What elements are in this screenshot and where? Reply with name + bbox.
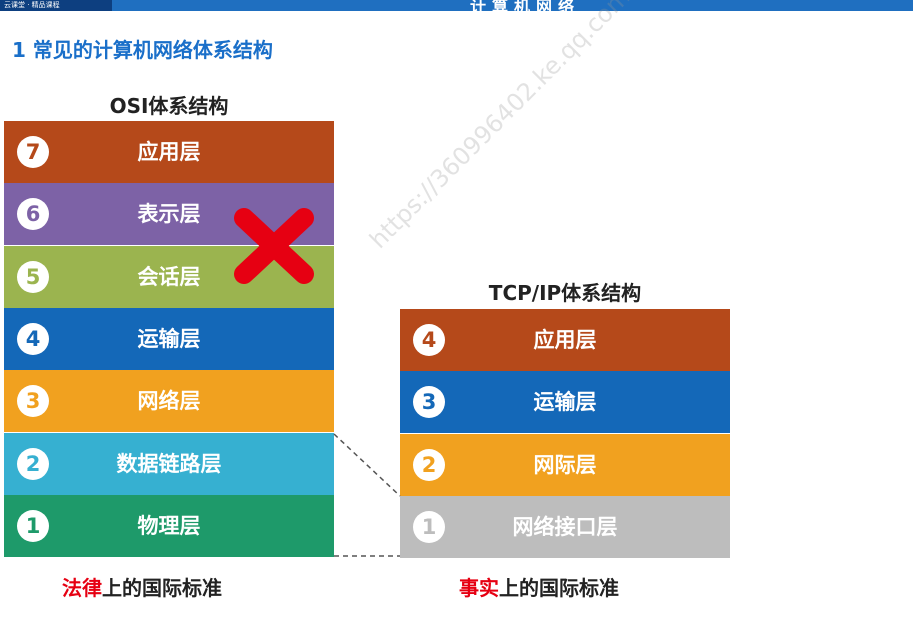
cross-mark-icon xyxy=(234,208,314,284)
osi-layer-number-5: 5 xyxy=(17,260,49,293)
tcpip-layer-1: 网络接口层 1 xyxy=(400,495,730,558)
tcpip-layer-number-4: 4 xyxy=(413,324,445,356)
osi-layer-name: 物理层 xyxy=(137,513,201,538)
osi-layer-number-1: 1 xyxy=(17,509,49,542)
tcpip-layer-name: 运输层 xyxy=(533,390,597,415)
top-banner: 云课堂 · 精品课程 计算机网络 xyxy=(0,0,913,16)
osi-layer-1: 物理层 1 xyxy=(4,494,334,557)
tcpip-layer-name: 网际层 xyxy=(533,452,597,477)
osi-standard-caption: 法律上的国际标准 xyxy=(62,572,222,601)
tcpip-layer-number-1: 1 xyxy=(413,510,445,543)
tcpip-standard-caption: 事实上的国际标准 xyxy=(459,572,619,601)
osi-layer-number-4: 4 xyxy=(17,322,49,355)
osi-standard-emphasis: 法律 xyxy=(62,576,102,600)
osi-layer-name: 应用层 xyxy=(137,140,201,164)
osi-title: OSI体系结构 xyxy=(109,94,229,118)
tcpip-layer-name: 网络接口层 xyxy=(512,514,618,539)
osi-standard-rest: 上的国际标准 xyxy=(102,576,222,600)
osi-layer-2: 数据链路层 2 xyxy=(4,432,334,495)
tcpip-layer-name: 应用层 xyxy=(533,328,597,352)
tcpip-standard-rest: 上的国际标准 xyxy=(499,576,619,600)
osi-layer-number-2: 2 xyxy=(17,447,49,480)
osi-layer-number-7: 7 xyxy=(17,136,49,168)
osi-layer-7: 应用层 7 xyxy=(4,121,334,183)
osi-layer-stack: 应用层 7 表示层 6 会话层 5 运输层 4 网络层 3 数据链路层 2 物理层 1 xyxy=(4,121,334,557)
tcpip-layer-4: 应用层 4 xyxy=(400,309,730,371)
osi-layer-number-3: 3 xyxy=(17,385,49,418)
osi-layer-3: 网络层 3 xyxy=(4,370,334,433)
tcpip-standard-emphasis: 事实 xyxy=(459,576,499,600)
tcpip-layer-2: 网际层 2 xyxy=(400,433,730,496)
tcpip-layer-number-2: 2 xyxy=(413,448,445,481)
slide-title: 计算机网络 xyxy=(470,0,581,16)
tcpip-title: TCP/IP体系结构 xyxy=(488,281,642,305)
osi-layer-name: 网络层 xyxy=(137,389,201,414)
section-heading: 1 常见的计算机网络体系结构 xyxy=(12,38,273,62)
watermark: https://360996402.ke.qq.com/ 大数书匠 edu.cn xyxy=(364,0,778,255)
tcpip-layer-3: 运输层 3 xyxy=(400,371,730,434)
osi-layer-name: 数据链路层 xyxy=(116,451,222,476)
banner-logo: 云课堂 · 精品课程 xyxy=(0,0,112,11)
osi-layer-4: 运输层 4 xyxy=(4,307,334,370)
osi-layer-name: 运输层 xyxy=(137,326,201,351)
tcpip-layer-stack: 应用层 4 运输层 3 网际层 2 网络接口层 1 xyxy=(400,309,730,558)
